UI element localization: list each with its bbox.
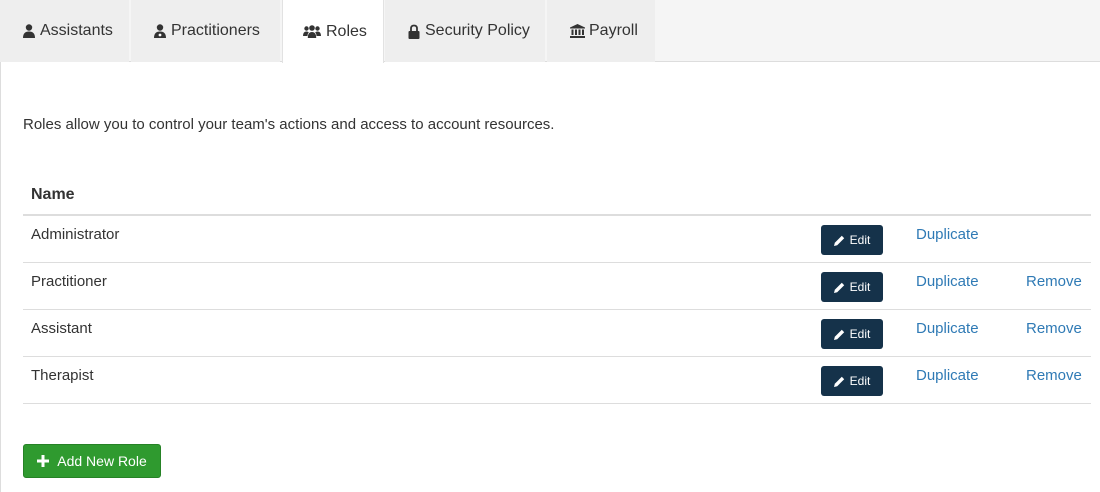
tab-roles[interactable]: Roles <box>282 0 384 63</box>
edit-button[interactable]: Edit <box>821 225 883 255</box>
remove-link[interactable]: Remove <box>1026 320 1082 337</box>
tab-label: Roles <box>326 22 367 40</box>
table-row: Therapist Edit Duplicate Remove <box>23 357 1091 404</box>
role-name: Administrator <box>31 226 120 243</box>
tab-bar: Assistants Practitioners Roles Security … <box>0 0 1100 63</box>
edit-label: Edit <box>849 327 871 341</box>
role-name: Assistant <box>31 320 92 337</box>
column-header-name: Name <box>31 186 75 203</box>
pencil-icon <box>833 329 845 340</box>
bank-icon <box>569 23 585 39</box>
duplicate-link[interactable]: Duplicate <box>916 273 979 290</box>
tab-assistants[interactable]: Assistants <box>0 0 129 62</box>
duplicate-link[interactable]: Duplicate <box>916 226 979 243</box>
edit-button[interactable]: Edit <box>821 319 883 349</box>
tab-security-policy[interactable]: Security Policy <box>385 0 545 62</box>
edit-label: Edit <box>849 280 871 294</box>
tab-practitioners[interactable]: Practitioners <box>131 0 280 62</box>
edit-label: Edit <box>849 233 871 247</box>
users-icon <box>302 24 322 40</box>
tab-payroll[interactable]: Payroll <box>547 0 655 62</box>
edit-label: Edit <box>849 374 871 388</box>
table-row: Practitioner Edit Duplicate Remove <box>23 263 1091 310</box>
plus-icon <box>37 455 50 467</box>
roles-panel: Roles allow you to control your team's a… <box>0 62 1100 492</box>
add-new-role-button[interactable]: Add New Role <box>23 444 161 478</box>
table-row: Administrator Edit Duplicate <box>23 216 1091 263</box>
pencil-icon <box>833 376 845 387</box>
pencil-icon <box>833 282 845 293</box>
tab-label: Payroll <box>589 22 638 39</box>
roles-description: Roles allow you to control your team's a… <box>23 116 555 133</box>
tab-label: Security Policy <box>425 22 530 39</box>
remove-link[interactable]: Remove <box>1026 273 1082 290</box>
edit-button[interactable]: Edit <box>821 366 883 396</box>
tab-label: Practitioners <box>171 22 260 39</box>
role-name: Therapist <box>31 367 94 384</box>
duplicate-link[interactable]: Duplicate <box>916 320 979 337</box>
table-row: Assistant Edit Duplicate Remove <box>23 310 1091 357</box>
remove-link[interactable]: Remove <box>1026 367 1082 384</box>
role-name: Practitioner <box>31 273 107 290</box>
tab-label: Assistants <box>40 22 113 39</box>
lock-icon <box>407 23 421 39</box>
pencil-icon <box>833 235 845 246</box>
edit-button[interactable]: Edit <box>821 272 883 302</box>
add-new-role-label: Add New Role <box>57 453 147 469</box>
duplicate-link[interactable]: Duplicate <box>916 367 979 384</box>
user-md-icon <box>153 23 167 39</box>
user-icon <box>22 23 36 39</box>
